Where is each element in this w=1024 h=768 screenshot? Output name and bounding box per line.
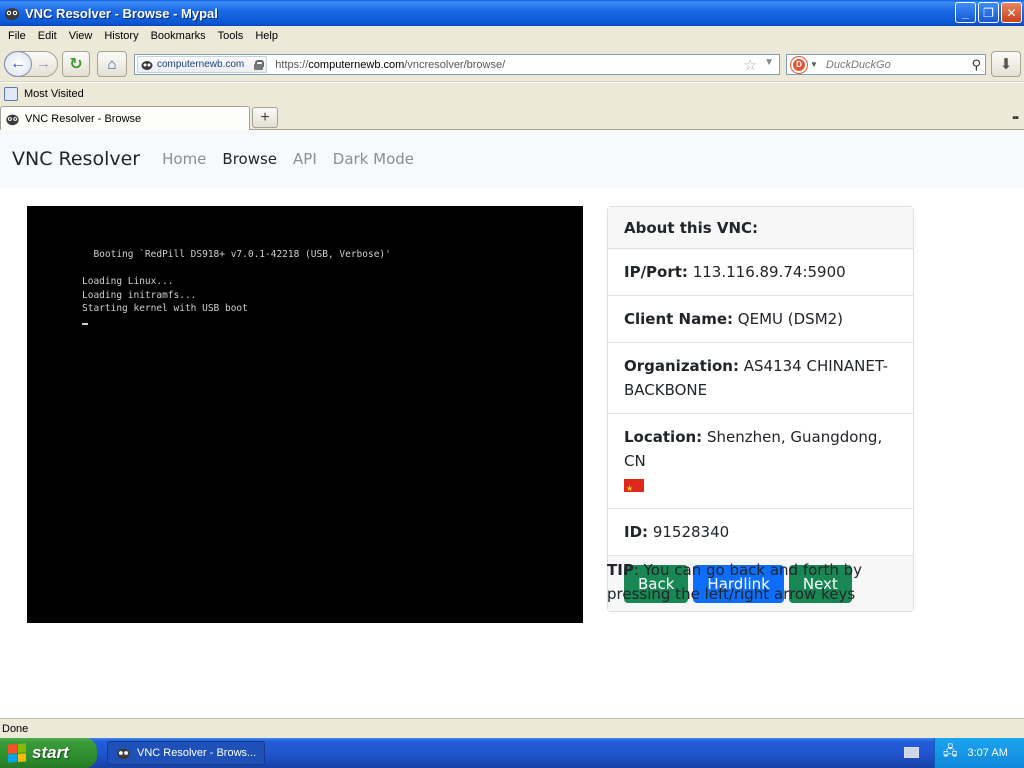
menu-help[interactable]: Help xyxy=(249,30,284,42)
forward-button[interactable]: → xyxy=(36,55,51,72)
site-identity-button[interactable]: computernewb.com xyxy=(137,56,268,73)
site-favicon-icon xyxy=(141,60,153,70)
card-header: About this VNC: xyxy=(608,207,913,249)
tab-list-icon[interactable]: ▪▪ xyxy=(1012,112,1019,124)
reload-button[interactable]: ↻ xyxy=(62,51,90,77)
menu-bookmarks[interactable]: Bookmarks xyxy=(145,30,212,42)
id-value: 91528340 xyxy=(652,523,730,541)
back-button[interactable]: ← xyxy=(4,51,32,77)
ip-port-value: 113.116.89.74:5900 xyxy=(692,263,846,281)
menu-bar: File Edit View History Bookmarks Tools H… xyxy=(0,26,1024,46)
url-bar[interactable]: computernewb.com https://computernewb.co… xyxy=(134,54,780,75)
windows-logo-icon xyxy=(8,743,26,763)
clock[interactable]: 3:07 AM xyxy=(968,747,1008,759)
url-text[interactable]: https://computernewb.com/vncresolver/bro… xyxy=(275,59,505,71)
vnc-screenshot: Booting `RedPill DS918+ v7.0.1-42218 (US… xyxy=(27,206,583,623)
url-history-dropdown-icon[interactable]: ▼ xyxy=(764,57,774,68)
organization-row: Organization: AS4134 CHINANET-BACKBONE xyxy=(608,343,913,414)
menu-tools[interactable]: Tools xyxy=(212,30,250,42)
downloads-button[interactable]: ⬇ xyxy=(991,51,1021,77)
window-title: VNC Resolver - Browse - Mypal xyxy=(25,5,218,21)
nav-browse[interactable]: Browse xyxy=(222,150,277,168)
taskbar-window-button[interactable]: VNC Resolver - Brows... xyxy=(107,741,265,765)
tab-favicon-icon xyxy=(6,114,19,125)
duckduckgo-icon[interactable]: D xyxy=(791,56,807,73)
mypal-app-icon xyxy=(5,8,19,20)
most-visited-icon xyxy=(4,87,18,101)
start-button[interactable]: start xyxy=(0,738,97,768)
navigation-toolbar: ← → ↻ ⌂ computernewb.com https://compute… xyxy=(0,46,1024,82)
menu-file[interactable]: File xyxy=(2,30,32,42)
china-flag-icon xyxy=(624,477,644,501)
close-button[interactable]: ✕ xyxy=(1001,2,1022,23)
id-label: ID: xyxy=(624,523,649,541)
client-name-value: QEMU (DSM2) xyxy=(737,310,844,328)
site-brand[interactable]: VNC Resolver xyxy=(12,148,140,170)
ip-port-label: IP/Port: xyxy=(624,263,688,281)
site-navbar: VNC Resolver Home Browse API Dark Mode xyxy=(0,130,1024,188)
url-domain: computernewb.com xyxy=(308,58,405,71)
minimize-button[interactable]: _ xyxy=(955,2,976,23)
location-label: Location: xyxy=(624,428,703,446)
new-tab-button[interactable]: + xyxy=(252,107,278,128)
back-arrow-icon: ← xyxy=(10,55,26,72)
console-cursor xyxy=(82,322,88,325)
web-page: VNC Resolver Home Browse API Dark Mode B… xyxy=(0,130,1024,718)
home-button[interactable]: ⌂ xyxy=(97,51,127,77)
menu-edit[interactable]: Edit xyxy=(32,30,63,42)
taskbar-window-label: VNC Resolver - Brows... xyxy=(137,747,257,759)
windows-taskbar: start VNC Resolver - Brows... 🖧 3:07 AM xyxy=(0,738,1024,768)
location-row: Location: Shenzhen, Guangdong, CN xyxy=(608,414,913,509)
window-titlebar[interactable]: VNC Resolver - Browse - Mypal _ ❐ ✕ xyxy=(0,0,1024,26)
status-text: Done xyxy=(2,722,29,735)
download-arrow-icon: ⬇ xyxy=(999,56,1013,73)
status-bar: Done xyxy=(0,718,1024,738)
nav-api[interactable]: API xyxy=(293,150,317,168)
lock-icon xyxy=(254,59,265,70)
network-tray-icon[interactable]: 🖧 xyxy=(943,742,958,764)
vnc-info-card: About this VNC: IP/Port: 113.116.89.74:5… xyxy=(607,206,914,612)
taskbar-app-icon xyxy=(117,748,130,760)
tab-title: VNC Resolver - Browse xyxy=(25,112,142,125)
client-name-label: Client Name: xyxy=(624,310,734,328)
client-name-row: Client Name: QEMU (DSM2) xyxy=(608,296,913,343)
reload-icon: ↻ xyxy=(69,56,83,73)
system-tray: 🖧 3:07 AM xyxy=(934,738,1024,768)
tab-strip: VNC Resolver - Browse + ▪▪ xyxy=(0,105,1024,130)
nav-dark-mode[interactable]: Dark Mode xyxy=(333,150,414,168)
keyboard-language-icon[interactable] xyxy=(904,747,919,758)
home-icon: ⌂ xyxy=(107,55,117,73)
search-bar[interactable]: D ▼ DuckDuckGo ⚲ xyxy=(786,54,986,75)
menu-view[interactable]: View xyxy=(63,30,99,42)
id-row: ID: 91528340 xyxy=(608,509,913,556)
organization-label: Organization: xyxy=(624,357,739,375)
back-forward-group: ← → xyxy=(4,51,58,77)
tip-label: TIP xyxy=(607,561,634,579)
vnc-console-text: Booting `RedPill DS918+ v7.0.1-42218 (US… xyxy=(82,248,391,329)
bookmarks-toolbar: Most Visited xyxy=(0,83,1024,105)
ip-port-row: IP/Port: 113.116.89.74:5900 xyxy=(608,249,913,296)
url-scheme: https:// xyxy=(275,58,309,71)
menu-history[interactable]: History xyxy=(98,30,144,42)
url-path: /vncresolver/browse/ xyxy=(404,58,506,71)
tip-body: : You can go back and forth by pressing … xyxy=(607,561,863,603)
bookmark-star-icon[interactable]: ☆ xyxy=(744,56,757,74)
tab-vnc-resolver[interactable]: VNC Resolver - Browse xyxy=(0,106,250,130)
search-engine-dropdown-icon[interactable]: ▼ xyxy=(810,60,818,69)
search-icon[interactable]: ⚲ xyxy=(971,57,981,73)
tip-text: TIP: You can go back and forth by pressi… xyxy=(607,558,917,606)
search-input[interactable]: DuckDuckGo xyxy=(826,59,891,71)
site-identity-label: computernewb.com xyxy=(157,59,245,70)
start-label: start xyxy=(32,743,69,762)
restore-button[interactable]: ❐ xyxy=(978,2,999,23)
most-visited-bookmark[interactable]: Most Visited xyxy=(24,88,84,100)
nav-home[interactable]: Home xyxy=(162,150,206,168)
